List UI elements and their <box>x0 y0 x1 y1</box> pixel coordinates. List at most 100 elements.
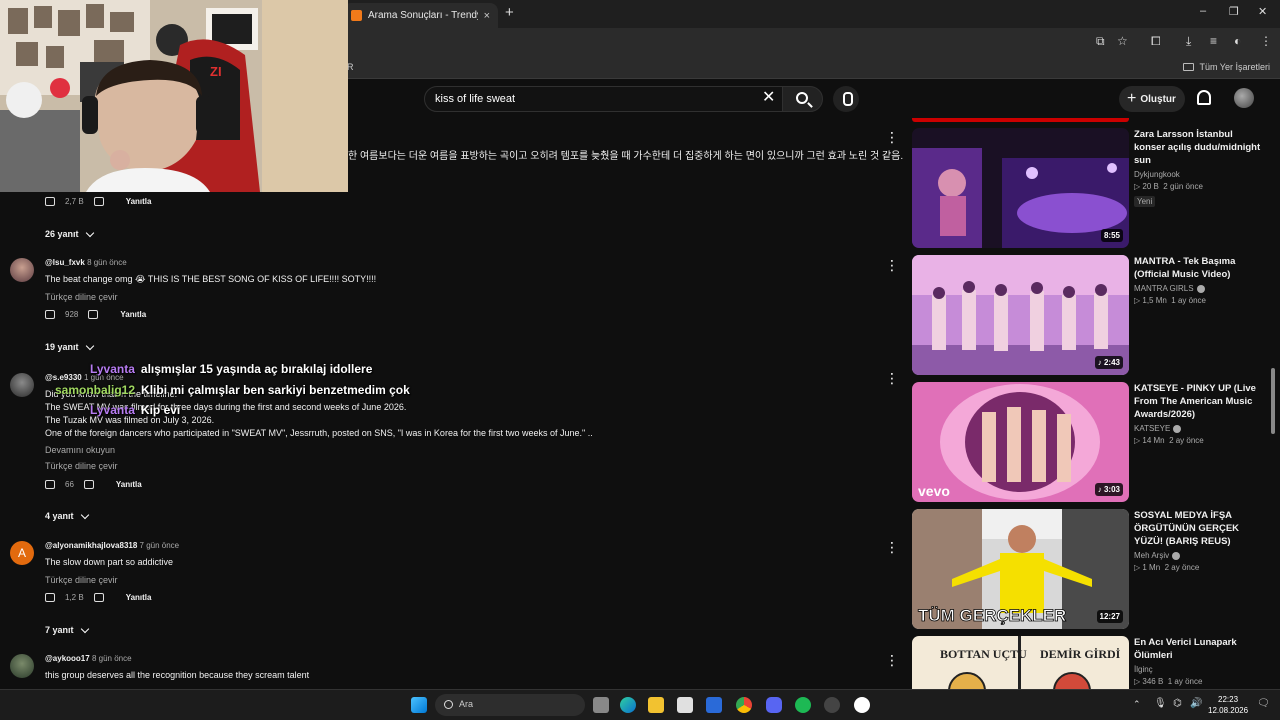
notifications-bell-icon[interactable] <box>1197 90 1211 105</box>
like-icon[interactable] <box>45 197 55 206</box>
search-button[interactable] <box>782 86 823 112</box>
volume-icon[interactable]: 🔊 <box>1190 698 1202 709</box>
video-channel[interactable]: İlginç <box>1134 665 1264 674</box>
duration-value: 2:43 <box>1103 358 1120 367</box>
install-app-icon[interactable]: ⧉ <box>1096 34 1105 49</box>
view-replies-button[interactable]: 4 yanıt <box>45 510 89 521</box>
like-icon[interactable] <box>45 480 55 489</box>
streamer-webcam-image: ZI <box>0 0 348 192</box>
view-replies-button[interactable]: 26 yanıt <box>45 228 94 239</box>
translate-link[interactable]: Türkçe diline çevir <box>45 292 885 302</box>
translate-link[interactable]: Türkçe diline çevir <box>45 461 885 471</box>
start-windows-icon[interactable] <box>411 697 427 713</box>
comment-time[interactable]: 8 gün önce <box>87 258 127 267</box>
comment-author[interactable]: @lsu_fxvk <box>45 258 85 267</box>
avatar[interactable]: A <box>10 541 34 565</box>
related-video[interactable]: BOTTAN UÇTU DEMİR GİRDİ En Acı Verici Lu… <box>912 636 1272 689</box>
edge-browser-icon[interactable] <box>620 697 636 713</box>
video-title[interactable]: En Acı Verici Lunapark Ölümleri <box>1134 636 1264 662</box>
translate-link[interactable]: Türkçe diline çevir <box>45 575 885 585</box>
video-thumbnail[interactable]: TÜM GERÇEKLER 12:27 <box>912 509 1129 629</box>
task-view-icon[interactable] <box>593 697 609 713</box>
comment-time[interactable]: 7 gün önce <box>140 541 180 550</box>
video-channel[interactable]: Meh Arşiv <box>1134 551 1264 560</box>
taskbar-search[interactable]: Ara <box>435 694 585 716</box>
video-thumbnail[interactable]: BOTTAN UÇTU DEMİR GİRDİ <box>912 636 1129 689</box>
chevron-up-icon[interactable]: ⌃ <box>1133 699 1141 710</box>
store-icon[interactable] <box>677 697 693 713</box>
reply-button[interactable]: Yanıtla <box>126 197 152 206</box>
comment-menu-icon[interactable]: ⋮ <box>885 130 899 144</box>
comment-time[interactable]: 8 gün önce <box>92 654 132 663</box>
video-thumbnail[interactable]: ♪ 2:43 <box>912 255 1129 375</box>
read-more-link[interactable]: Devamını okuyun <box>45 445 885 455</box>
obs-icon[interactable] <box>824 697 840 713</box>
mail-icon[interactable] <box>706 697 722 713</box>
maximize-button[interactable]: ❐ <box>1229 5 1239 18</box>
browser-tab-trendyol[interactable]: Arama Sonuçları - Trendyol × <box>343 3 498 28</box>
video-channel[interactable]: Dykjungkook <box>1134 170 1264 179</box>
comment-menu-icon[interactable]: ⋮ <box>885 371 899 385</box>
video-channel[interactable]: KATSEYE <box>1134 424 1264 433</box>
view-replies-button[interactable]: 19 yanıt <box>45 341 94 352</box>
file-explorer-icon[interactable] <box>648 697 664 713</box>
dislike-icon[interactable] <box>93 593 104 602</box>
avatar[interactable] <box>10 373 34 397</box>
dislike-icon[interactable] <box>83 480 94 489</box>
app-icon[interactable] <box>854 697 870 713</box>
voice-search-mic-icon[interactable] <box>833 86 859 112</box>
comment-author[interactable]: @aykooo17 <box>45 654 90 663</box>
reply-button[interactable]: Yanıtla <box>116 480 142 489</box>
new-tab-button[interactable]: + <box>505 4 514 21</box>
search-input[interactable]: kiss of life sweat <box>424 86 788 112</box>
taskbar-clock[interactable]: 22:23 12.08.2026 <box>1208 694 1248 716</box>
comment-text: The slow down part so addictive <box>45 557 174 567</box>
video-thumbnail[interactable]: vevo ♪ 3:03 <box>912 382 1129 502</box>
create-button[interactable]: + Oluştur <box>1119 86 1185 112</box>
tab-close-icon[interactable]: × <box>484 10 490 22</box>
profile-icon[interactable]: ◐ <box>1234 34 1241 48</box>
reply-button[interactable]: Yanıtla <box>126 593 152 602</box>
video-title[interactable]: SOSYAL MEDYA İFŞA ÖRGÜTÜNÜN GERÇEK YÜZÜ!… <box>1134 509 1264 548</box>
related-video[interactable]: vevo ♪ 3:03 KATSEYE - PINKY UP (Live Fro… <box>912 382 1272 502</box>
chrome-icon[interactable] <box>736 697 752 713</box>
dislike-icon[interactable] <box>88 310 99 319</box>
comment-author[interactable]: @alyonamikhajlova8318 <box>45 541 137 550</box>
video-title[interactable]: Zara Larsson İstanbul konser açılış dudu… <box>1134 128 1264 167</box>
comment-menu-icon[interactable]: ⋮ <box>885 540 899 554</box>
reading-list-icon[interactable]: ≡ <box>1210 34 1217 48</box>
comment-menu-icon[interactable]: ⋮ <box>885 653 899 667</box>
minimize-button[interactable]: – <box>1200 5 1206 17</box>
comment-menu-icon[interactable]: ⋮ <box>885 258 899 272</box>
related-video[interactable]: TÜM GERÇEKLER 12:27 SOSYAL MEDYA İFŞA ÖR… <box>912 509 1272 629</box>
video-channel[interactable]: MANTRA GIRLS <box>1134 284 1264 293</box>
download-icon[interactable]: ⤓ <box>1186 34 1191 49</box>
avatar[interactable] <box>10 258 34 282</box>
like-icon[interactable] <box>45 593 55 602</box>
clear-search-icon[interactable]: ✕ <box>762 90 775 106</box>
bookmark-star-icon[interactable]: ☆ <box>1117 34 1128 48</box>
spotify-icon[interactable] <box>795 697 811 713</box>
all-bookmarks[interactable]: Tüm Yer İşaretleri <box>1183 62 1270 72</box>
close-window-button[interactable]: ✕ <box>1258 5 1267 18</box>
video-meta: ▷ 14 Mn 2 ay önce <box>1134 436 1264 445</box>
account-avatar[interactable] <box>1234 88 1254 108</box>
microphone-icon[interactable]: 🎙 <box>1154 698 1167 709</box>
related-video[interactable]: ♪ 2:43 MANTRA - Tek Başıma (Official Mus… <box>912 255 1272 375</box>
network-icon[interactable]: ⌬ <box>1173 698 1182 709</box>
scrollbar-thumb[interactable] <box>1271 368 1275 434</box>
browser-menu-icon[interactable]: ⋮ <box>1260 34 1272 48</box>
reply-button[interactable]: Yanıtla <box>120 310 146 319</box>
video-title[interactable]: MANTRA - Tek Başıma (Official Music Vide… <box>1134 255 1264 281</box>
comment-author[interactable]: @s.e9330 <box>45 373 82 382</box>
video-title[interactable]: KATSEYE - PINKY UP (Live From The Americ… <box>1134 382 1264 421</box>
related-video[interactable]: 8:55 Zara Larsson İstanbul konser açılış… <box>912 128 1272 248</box>
avatar[interactable] <box>10 654 34 678</box>
dislike-icon[interactable] <box>93 197 104 206</box>
view-replies-button[interactable]: 7 yanıt <box>45 624 89 635</box>
video-thumbnail[interactable]: 8:55 <box>912 128 1129 248</box>
discord-icon[interactable] <box>766 697 782 713</box>
extensions-icon[interactable]: ⧠ <box>1151 34 1161 49</box>
notifications-icon[interactable]: 🗨 <box>1257 698 1270 709</box>
like-icon[interactable] <box>45 310 55 319</box>
